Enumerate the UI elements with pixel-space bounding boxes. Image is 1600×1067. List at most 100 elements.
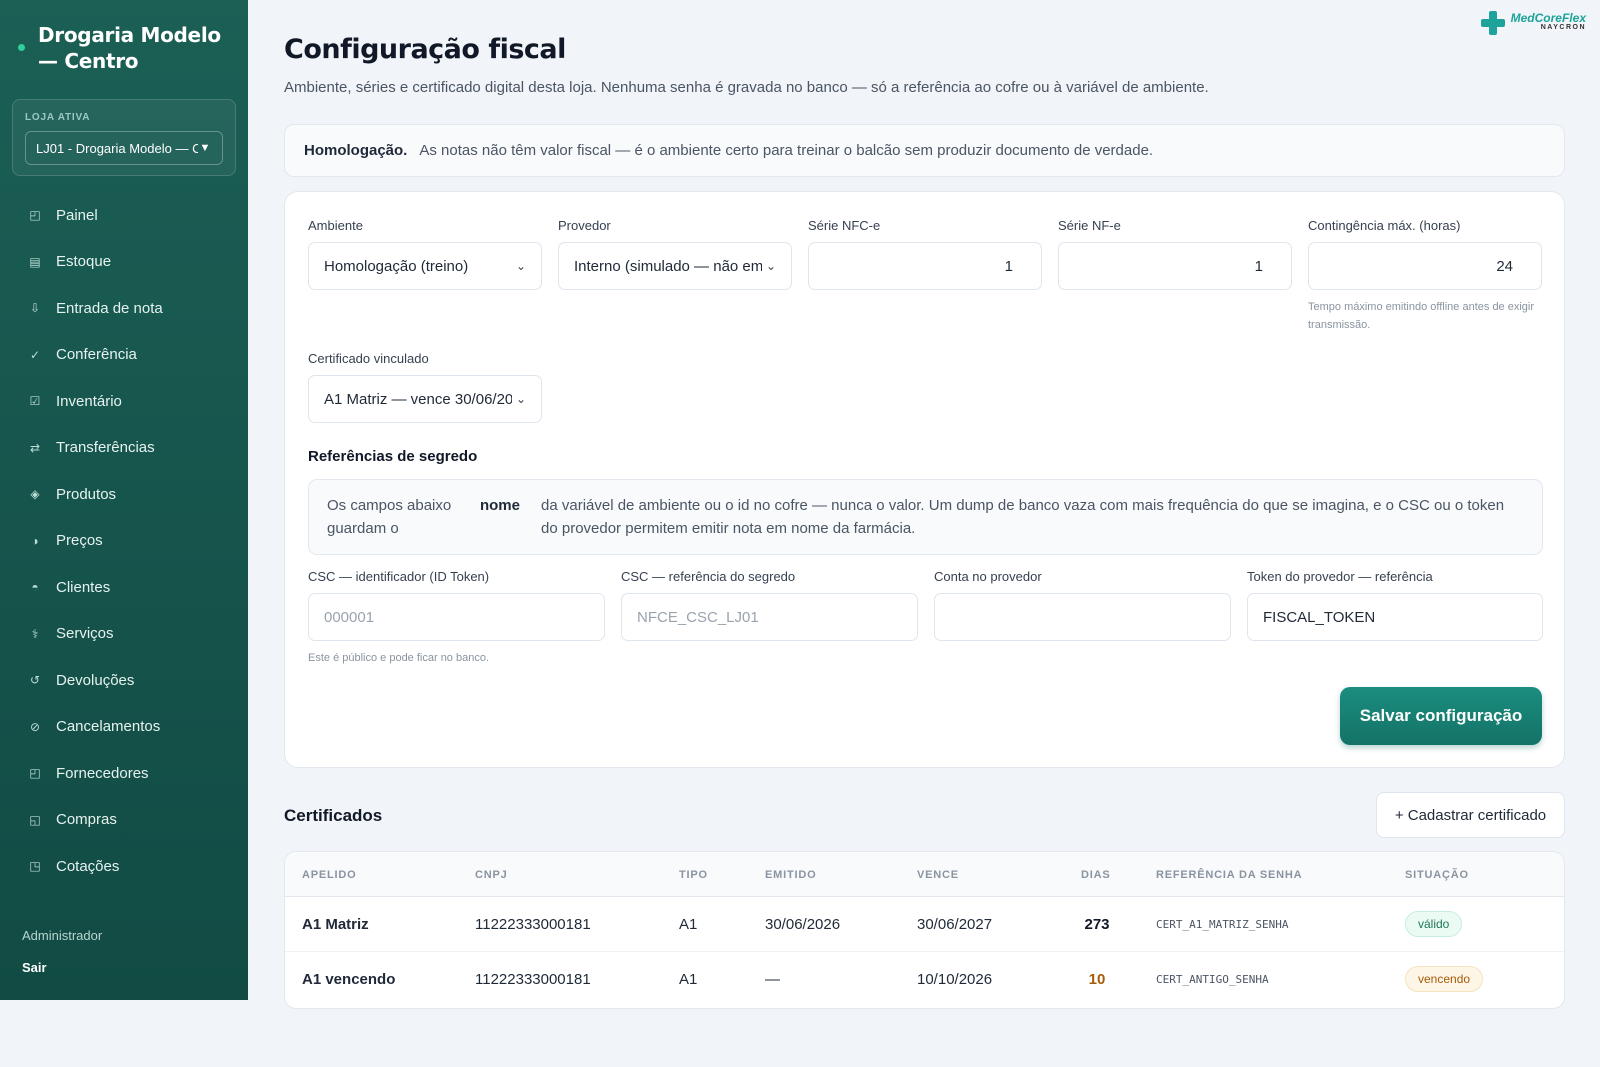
transfer-icon: ⇄ <box>29 440 41 455</box>
sidebar-item-transferencias[interactable]: ⇄ Transferências <box>0 425 248 472</box>
store-select[interactable]: LJ01 - Drogaria Modelo — Centro ▼ <box>25 131 223 165</box>
supplier-icon: ◰ <box>29 766 41 781</box>
brand: Drogaria Modelo — Centro <box>18 22 238 74</box>
cell-vence: 10/10/2026 <box>917 971 993 988</box>
sidebar-item-conferencia[interactable]: ✓ Conferência <box>0 332 248 379</box>
csc-ref-input[interactable]: NFCE_CSC_LJ01 <box>621 593 918 641</box>
conta-field: Conta no provedor <box>934 569 1231 641</box>
purchase-icon: ◱ <box>29 812 41 827</box>
provedor-value: Interno (simulado — não emite) <box>574 257 762 275</box>
cell-tipo: A1 <box>679 916 698 933</box>
price-icon: ◑ <box>31 533 39 548</box>
cell-vence: 30/06/2027 <box>917 916 993 933</box>
cell-ref: CERT_ANTIGO_SENHA <box>1156 973 1269 986</box>
sidebar-item-fornecedores[interactable]: ◰ Fornecedores <box>0 750 248 797</box>
status-dot-icon <box>18 44 25 51</box>
sidebar-item-label: Compras <box>56 811 117 829</box>
sidebar-item-produtos[interactable]: ◈ Produtos <box>0 471 248 518</box>
sidebar-item-label: Transferências <box>56 439 155 457</box>
column-header: REFERÊNCIA DA SENHA <box>1156 869 1303 881</box>
csc-id-field: CSC — identificador (ID Token) 000001 Es… <box>308 569 605 667</box>
sidebar-item-label: Entrada de nota <box>56 299 163 317</box>
serie-nfe-input[interactable]: 1 <box>1058 242 1292 290</box>
contingencia-field: Contingência máx. (horas) 24 Tempo máxim… <box>1308 218 1542 334</box>
user-name: Administrador <box>22 928 103 943</box>
column-header: EMITIDO <box>765 869 817 881</box>
store-select-value: LJ01 - Drogaria Modelo — Centro <box>36 140 198 156</box>
certificates-title: Certificados <box>284 806 383 825</box>
table-row[interactable]: A1 vencendo 11222333000181 A1 — 10/10/2026 10… <box>285 952 1564 1007</box>
csc-id-placeholder: 000001 <box>324 608 375 626</box>
status-badge: válido <box>1405 911 1463 937</box>
certificado-field: Certificado vinculado A1 Matriz — vence … <box>308 351 542 423</box>
sidebar-item-clientes[interactable]: ◓ Clientes <box>0 564 248 611</box>
sidebar-item-inventario[interactable]: ☑ Inventário <box>0 378 248 425</box>
fiscal-config-card: Ambiente Homologação (treino) ⌄ Provedor… <box>284 191 1565 768</box>
chevron-down-icon: ▼ <box>199 142 211 154</box>
return-icon: ↺ <box>29 673 41 688</box>
provedor-field: Provedor Interno (simulado — não emite) … <box>558 218 792 290</box>
column-header: SITUAÇÃO <box>1405 869 1469 881</box>
sidebar-nav: ◰ Painel ▤ Estoque ⇩ Entrada de nota ✓ Conferên… <box>0 192 248 890</box>
chevron-down-icon: ⌄ <box>515 259 526 273</box>
page-title: Configuração fiscal <box>284 34 566 65</box>
column-header: DIAS <box>1081 869 1111 881</box>
sidebar-item-label: Conferência <box>56 346 137 364</box>
sidebar-item-compras[interactable]: ◱ Compras <box>0 797 248 844</box>
token-field: Token do provedor — referência FISCAL_TO… <box>1247 569 1543 641</box>
token-input[interactable]: FISCAL_TOKEN <box>1247 593 1543 641</box>
certificates-table: APELIDO CNPJ TIPO EMITIDO VENCE DIAS REFERÊNCI… <box>284 851 1565 1009</box>
banner-label: Homologação. <box>304 142 408 159</box>
sidebar-item-painel[interactable]: ◰ Painel <box>0 192 248 239</box>
user-icon: ◓ <box>31 580 39 595</box>
brand-name: Drogaria Modelo — Centro <box>38 23 221 73</box>
csc-id-input[interactable]: 000001 <box>308 593 605 641</box>
check-icon: ✓ <box>29 347 41 362</box>
csc-ref-label: CSC — referência do segredo <box>621 569 796 584</box>
notice-part1: Os campos abaixo guardam o <box>327 497 452 537</box>
token-value: FISCAL_TOKEN <box>1263 608 1376 626</box>
table-row[interactable]: A1 Matriz 11222333000181 A1 30/06/2026 30/06… <box>285 897 1564 952</box>
provedor-select[interactable]: Interno (simulado — não emite) ⌄ <box>558 242 792 290</box>
cell-apelido: A1 vencendo <box>302 971 396 988</box>
active-store-box: LOJA ATIVA LJ01 - Drogaria Modelo — Cent… <box>12 99 236 176</box>
sidebar-item-precos[interactable]: ◑ Preços <box>0 518 248 565</box>
sidebar-item-cotacoes[interactable]: ◳ Cotações <box>0 843 248 890</box>
cell-ref: CERT_A1_MATRIZ_SENHA <box>1156 918 1289 931</box>
serie-nfe-label: Série NF-e <box>1058 218 1121 233</box>
column-header: APELIDO <box>302 869 357 881</box>
ambiente-select[interactable]: Homologação (treino) ⌄ <box>308 242 542 290</box>
sidebar-item-label: Clientes <box>56 578 111 596</box>
serie-nfce-field: Série NFC-e 1 <box>808 218 1042 290</box>
medical-icon: ⚕ <box>31 626 39 641</box>
sidebar-item-estoque[interactable]: ▤ Estoque <box>0 239 248 286</box>
panel-icon: ◰ <box>29 208 41 223</box>
conta-input[interactable] <box>934 593 1231 641</box>
sidebar-item-servicos[interactable]: ⚕ Serviços <box>0 611 248 658</box>
logout-link[interactable]: Sair <box>22 960 102 975</box>
certificado-select[interactable]: A1 Matriz — vence 30/06/2027 ⌄ <box>308 375 542 423</box>
download-icon: ⇩ <box>29 301 41 316</box>
save-config-button[interactable]: Salvar configuração <box>1340 687 1542 745</box>
conta-label: Conta no provedor <box>934 569 1042 584</box>
ambiente-value: Homologação (treino) <box>324 257 469 275</box>
serie-nfce-input[interactable]: 1 <box>808 242 1042 290</box>
certificado-label: Certificado vinculado <box>308 351 429 366</box>
sidebar-item-label: Estoque <box>56 253 112 271</box>
sidebar-item-devolucoes[interactable]: ↺ Devoluções <box>0 657 248 704</box>
sidebar-item-entrada-de-nota[interactable]: ⇩ Entrada de nota <box>0 285 248 332</box>
contingencia-label: Contingência máx. (horas) <box>1308 218 1461 233</box>
cell-dias: 273 <box>1084 916 1110 933</box>
sidebar-footer: Administrador Sair <box>22 928 102 975</box>
csc-id-hint: Este é público e pode ficar no banco. <box>308 652 490 664</box>
sidebar-item-cancelamentos[interactable]: ⊘ Cancelamentos <box>0 704 248 751</box>
add-certificate-button[interactable]: + Cadastrar certificado <box>1376 792 1565 838</box>
contingencia-input[interactable]: 24 <box>1308 242 1542 290</box>
secrets-notice: Os campos abaixo guardam o nome da variá… <box>308 479 1543 555</box>
cell-apelido: A1 Matriz <box>302 916 369 933</box>
sidebar-item-label: Cotações <box>56 857 120 875</box>
diamond-icon: ◈ <box>30 487 40 502</box>
token-label: Token do provedor — referência <box>1247 569 1433 584</box>
cell-dias: 10 <box>1088 971 1106 988</box>
table-header: APELIDO CNPJ TIPO EMITIDO VENCE DIAS REFERÊNCI… <box>285 852 1564 897</box>
